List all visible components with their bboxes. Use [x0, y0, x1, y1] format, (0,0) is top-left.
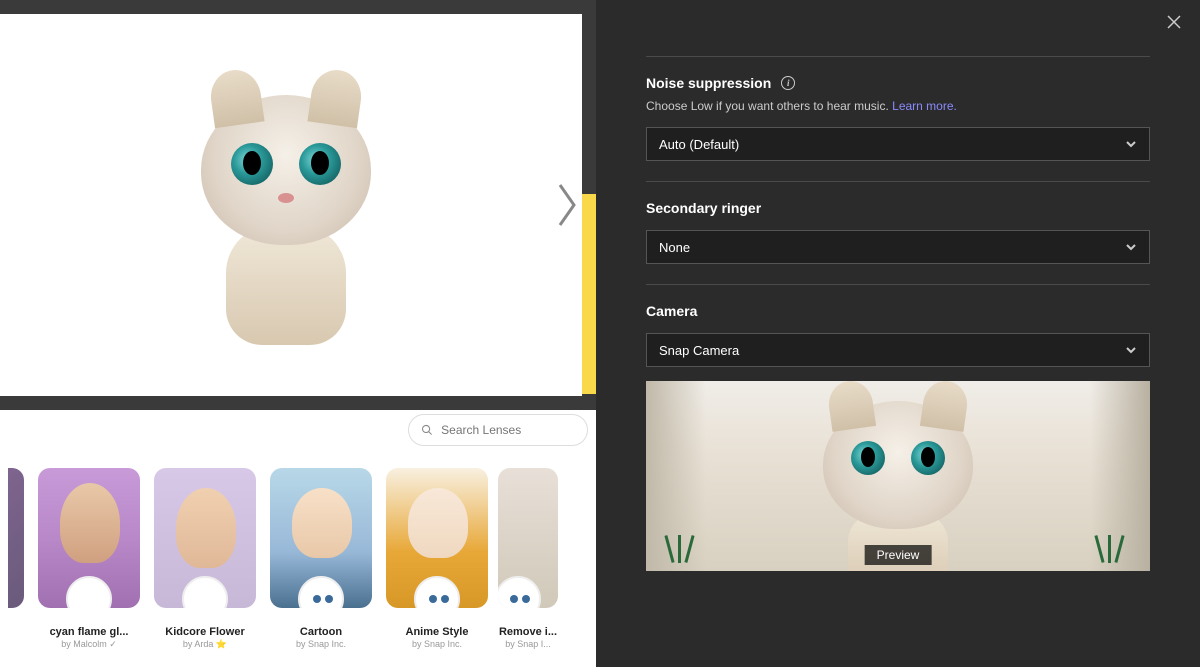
- lens-author: by Snap I...: [505, 639, 551, 649]
- lens-name: cyan flame gl...: [34, 626, 144, 638]
- lens-author: by Snap Inc.: [412, 639, 462, 649]
- lens-author: by Snap Inc.: [296, 639, 346, 649]
- lens-author: by Arda ⭐: [183, 639, 227, 650]
- close-button[interactable]: [1162, 10, 1186, 34]
- preview-canvas: [0, 14, 582, 396]
- secondary-ringer-title: Secondary ringer: [646, 200, 1150, 216]
- lens-icon: [66, 576, 112, 608]
- camera-section: Camera Snap Camera P: [646, 303, 1150, 571]
- lens-name: Remove i...: [498, 626, 558, 638]
- dropdown-value: Snap Camera: [659, 343, 739, 358]
- search-lenses-field[interactable]: [441, 423, 575, 437]
- info-icon[interactable]: i: [781, 76, 795, 90]
- snap-camera-panel: cyan flame gl... by Malcolm ✓ Kidcore Fl…: [0, 0, 596, 667]
- lens-icon: [498, 576, 541, 608]
- lens-card[interactable]: Anime Style by Snap Inc.: [382, 468, 492, 650]
- lens-card[interactable]: Kidcore Flower by Arda ⭐: [150, 468, 260, 650]
- next-arrow-button[interactable]: [550, 170, 586, 240]
- preview-label: Preview: [865, 545, 932, 565]
- lens-icon: [182, 576, 228, 608]
- noise-suppression-desc: Choose Low if you want others to hear mu…: [646, 99, 1150, 113]
- plant-decoration: [1088, 531, 1138, 571]
- lens-name: Kidcore Flower: [150, 626, 260, 638]
- lens-card[interactable]: [8, 468, 28, 650]
- lens-card[interactable]: cyan flame gl... by Malcolm ✓: [34, 468, 144, 650]
- chevron-down-icon: [1125, 241, 1137, 253]
- plant-decoration: [658, 531, 708, 571]
- camera-dropdown[interactable]: Snap Camera: [646, 333, 1150, 367]
- noise-suppression-section: Noise suppression i Choose Low if you wa…: [646, 0, 1150, 161]
- chevron-down-icon: [1125, 138, 1137, 150]
- snap-camera-preview: [0, 0, 596, 410]
- lens-gallery: cyan flame gl... by Malcolm ✓ Kidcore Fl…: [0, 410, 596, 667]
- lens-card[interactable]: Cartoon by Snap Inc.: [266, 468, 376, 650]
- noise-suppression-title: Noise suppression i: [646, 75, 1150, 91]
- dropdown-value: None: [659, 240, 690, 255]
- learn-more-link[interactable]: Learn more.: [892, 99, 957, 113]
- lens-icon: [298, 576, 344, 608]
- secondary-ringer-section: Secondary ringer None: [646, 200, 1150, 264]
- chevron-down-icon: [1125, 344, 1137, 356]
- teams-settings-panel: Noise suppression i Choose Low if you wa…: [596, 0, 1200, 667]
- camera-preview: Preview: [646, 381, 1150, 571]
- dropdown-value: Auto (Default): [659, 137, 739, 152]
- cat-filter-preview: [813, 389, 983, 569]
- lens-card[interactable]: Remove i... by Snap I...: [498, 468, 558, 650]
- lens-name: Anime Style: [382, 626, 492, 638]
- search-input[interactable]: [408, 414, 588, 446]
- secondary-ringer-dropdown[interactable]: None: [646, 230, 1150, 264]
- noise-suppression-dropdown[interactable]: Auto (Default): [646, 127, 1150, 161]
- lens-author: by Malcolm ✓: [61, 639, 117, 650]
- camera-title: Camera: [646, 303, 1150, 319]
- cat-filter-preview: [186, 95, 386, 355]
- lens-name: Cartoon: [266, 626, 376, 638]
- lens-icon: [414, 576, 460, 608]
